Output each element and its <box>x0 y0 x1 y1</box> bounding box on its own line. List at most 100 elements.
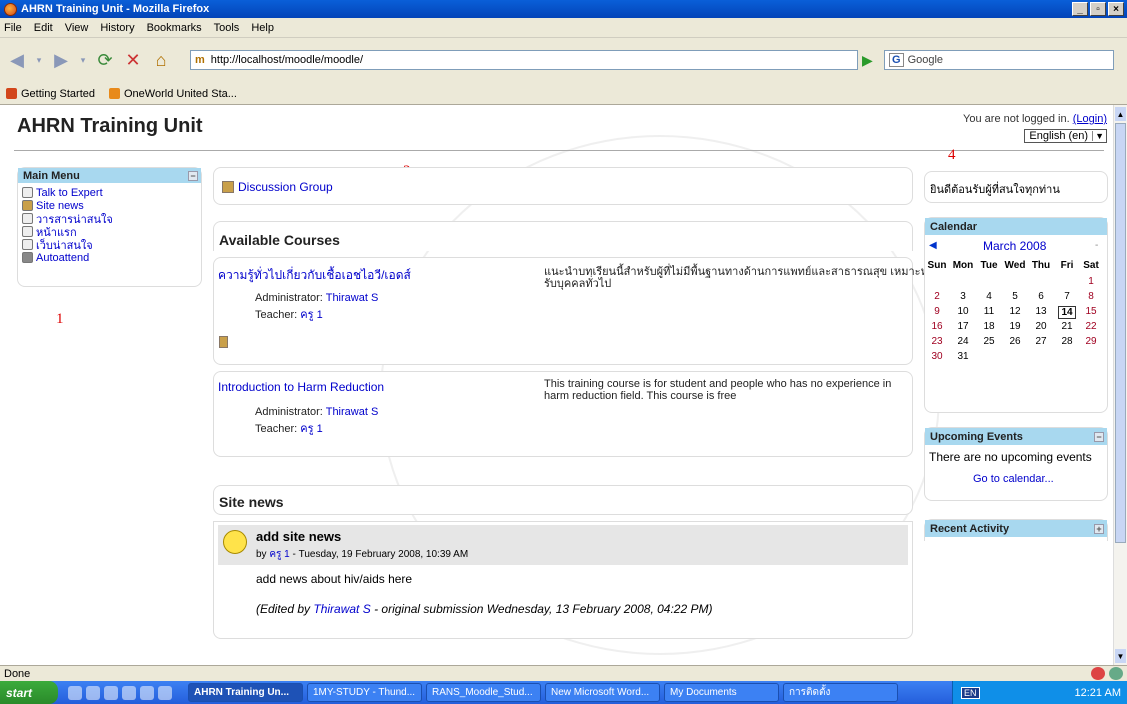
quicklaunch-icon[interactable] <box>68 685 82 700</box>
calendar-day[interactable]: 25 <box>982 336 996 347</box>
calendar-day[interactable]: 29 <box>1084 336 1098 347</box>
calendar-day[interactable]: 6 <box>1034 291 1048 302</box>
menu-help[interactable]: Help <box>251 22 274 34</box>
quicklaunch-icon[interactable] <box>122 685 136 700</box>
calendar-day[interactable]: 5 <box>1008 291 1022 302</box>
go-icon[interactable]: ▶ <box>862 52 873 69</box>
menu-link[interactable]: Talk to Expert <box>36 187 103 199</box>
admin-link[interactable]: Thirawat S <box>326 292 379 304</box>
menu-history[interactable]: History <box>100 22 134 34</box>
recent-title: Recent Activity <box>930 522 1010 535</box>
calendar-day[interactable]: 14 <box>1058 306 1076 319</box>
calendar-day[interactable]: 24 <box>956 336 970 347</box>
calendar-day[interactable]: 9 <box>930 306 944 317</box>
home-icon[interactable]: ⌂ <box>150 50 172 72</box>
adblock-icon[interactable] <box>1091 667 1105 680</box>
menu-link[interactable]: Autoattend <box>36 252 89 264</box>
expand-icon[interactable]: + <box>1094 523 1104 534</box>
calendar-day[interactable]: 30 <box>930 351 944 362</box>
quicklaunch-icon[interactable] <box>140 685 154 700</box>
vertical-scrollbar[interactable]: ▲ ▼ <box>1113 105 1127 665</box>
close-button[interactable]: × <box>1108 2 1124 16</box>
calendar-day[interactable]: 2 <box>930 291 944 302</box>
menu-edit[interactable]: Edit <box>34 22 53 34</box>
reload-icon[interactable]: ⟳ <box>94 50 116 72</box>
calendar-day[interactable]: 18 <box>982 321 996 332</box>
calendar-day[interactable]: 17 <box>956 321 970 332</box>
menu-view[interactable]: View <box>65 22 89 34</box>
calendar-day[interactable]: 23 <box>930 336 944 347</box>
admin-link[interactable]: Thirawat S <box>326 406 379 418</box>
language-select[interactable]: English (en) ▼ <box>1024 129 1107 143</box>
menu-file[interactable]: File <box>4 22 22 34</box>
extension-icon[interactable] <box>1109 667 1123 680</box>
teacher-link[interactable]: ครู 1 <box>300 423 322 435</box>
next-month-icon[interactable]: - <box>1095 240 1098 251</box>
taskbar-item-rans[interactable]: RANS_Moodle_Stud... <box>426 683 541 702</box>
calendar-day[interactable]: 21 <box>1060 321 1074 332</box>
search-input[interactable]: G Google <box>884 50 1114 70</box>
scroll-thumb[interactable] <box>1115 123 1126 543</box>
quicklaunch-icon[interactable] <box>158 685 172 700</box>
bookmark-oneworld[interactable]: OneWorld United Sta... <box>109 88 237 100</box>
course-name-link[interactable]: ความรู้ทั่วไปเกี่ยวกับเชื้อเอชไอวี/เอดส์ <box>218 266 411 285</box>
calendar-day[interactable]: 1 <box>1084 276 1098 287</box>
calendar-day[interactable]: 7 <box>1060 291 1074 302</box>
calendar-day[interactable]: 22 <box>1084 321 1098 332</box>
minimize-button[interactable]: _ <box>1072 2 1088 16</box>
scroll-up-icon[interactable]: ▲ <box>1115 107 1126 121</box>
course-teacher: Teacher: ครู 1 <box>255 419 323 437</box>
calendar-day[interactable]: 16 <box>930 321 944 332</box>
calendar-day[interactable]: 11 <box>982 306 996 317</box>
back-icon[interactable]: ◀ <box>6 50 28 72</box>
collapse-icon[interactable]: − <box>1094 431 1104 442</box>
course-name-link[interactable]: Introduction to Harm Reduction <box>218 380 384 394</box>
by-label: by <box>256 549 267 560</box>
url-bar[interactable]: m http://localhost/moodle/moodle/ <box>190 50 858 70</box>
author-link[interactable]: ครู 1 <box>269 549 289 560</box>
taskbar-item-install[interactable]: การติดตั้ง <box>783 683 898 702</box>
calendar-day[interactable]: 10 <box>956 306 970 317</box>
collapse-icon[interactable]: − <box>188 170 198 181</box>
menu-tools[interactable]: Tools <box>214 22 240 34</box>
calendar-day[interactable]: 4 <box>982 291 996 302</box>
course-teacher: Teacher: ครู 1 <box>255 305 323 323</box>
forward-icon[interactable]: ▶ <box>50 50 72 72</box>
language-indicator[interactable]: EN <box>961 686 980 699</box>
taskbar-item-firefox[interactable]: AHRN Training Un... <box>188 683 303 702</box>
taskbar-item-my-documents[interactable]: My Documents <box>664 683 779 702</box>
scroll-down-icon[interactable]: ▼ <box>1115 649 1126 663</box>
calendar-day[interactable]: 13 <box>1034 306 1048 317</box>
quicklaunch-icon[interactable] <box>86 685 100 700</box>
start-button[interactable]: start <box>0 681 58 704</box>
menu-item-websites[interactable]: เว็บน่าสนใจ <box>22 238 201 252</box>
calendar-day[interactable]: 15 <box>1084 306 1098 317</box>
calendar-day[interactable]: 20 <box>1034 321 1048 332</box>
menu-item-talk-to-expert[interactable]: Talk to Expert <box>22 186 201 199</box>
login-link[interactable]: (Login) <box>1073 113 1107 125</box>
back-dropdown-icon[interactable]: ▾ <box>34 50 44 72</box>
menu-bookmarks[interactable]: Bookmarks <box>147 22 202 34</box>
quicklaunch-icon[interactable] <box>104 685 118 700</box>
calendar-day[interactable]: 27 <box>1034 336 1048 347</box>
go-to-calendar-link[interactable]: Go to calendar... <box>973 473 1054 485</box>
calendar-day[interactable]: 19 <box>1008 321 1022 332</box>
prev-month-icon[interactable]: ◀ <box>929 240 937 251</box>
calendar-day[interactable]: 31 <box>956 351 970 362</box>
taskbar-item-thunderbird[interactable]: 1MY-STUDY - Thund... <box>307 683 422 702</box>
calendar-day[interactable]: 28 <box>1060 336 1074 347</box>
teacher-link[interactable]: ครู 1 <box>300 309 322 321</box>
bookmark-getting-started[interactable]: Getting Started <box>6 88 95 100</box>
discussion-group-link[interactable]: Discussion Group <box>238 180 333 194</box>
calendar-day[interactable]: 8 <box>1084 291 1098 302</box>
calendar-day[interactable]: 26 <box>1008 336 1022 347</box>
maximize-button[interactable]: ▫ <box>1090 2 1106 16</box>
calendar-day[interactable]: 12 <box>1008 306 1022 317</box>
taskbar-item-word[interactable]: New Microsoft Word... <box>545 683 660 702</box>
forward-dropdown-icon[interactable]: ▾ <box>78 50 88 72</box>
menu-item-autoattend[interactable]: Autoattend <box>22 251 201 264</box>
upcoming-text: There are no upcoming events <box>929 450 1092 464</box>
edited-author-link[interactable]: Thirawat S <box>313 602 370 616</box>
calendar-day[interactable]: 3 <box>956 291 970 302</box>
stop-icon[interactable]: ✕ <box>122 50 144 72</box>
